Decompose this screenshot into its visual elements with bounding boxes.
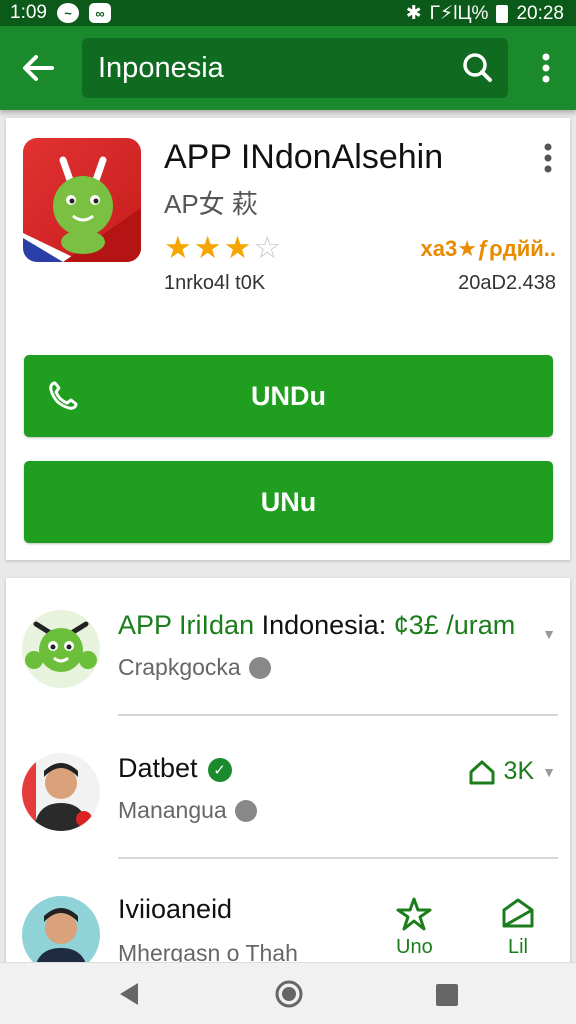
list-item-title-tail: ¢3£ /uram — [393, 610, 516, 640]
share-action-button[interactable]: Lil — [500, 896, 536, 959]
avatar — [22, 610, 100, 688]
list-item-title-text: Datbet — [118, 753, 198, 783]
list-item-title-highlight: APP IriIdan — [118, 610, 255, 640]
android-mascot-icon — [25, 621, 97, 672]
nav-recents-icon[interactable] — [436, 984, 458, 1006]
verified-icon: ✓ — [207, 757, 232, 782]
android-logo-icon — [23, 156, 141, 262]
info-icon — [248, 656, 271, 679]
status-time: 1:09 — [10, 2, 47, 23]
status-clock: 20:28 — [516, 2, 564, 24]
divider — [118, 714, 558, 716]
app-icon[interactable] — [23, 138, 141, 262]
secondary-button[interactable]: UNu — [24, 461, 553, 543]
overflow-menu-icon[interactable] — [532, 52, 560, 84]
phone-icon — [49, 381, 78, 410]
arrow-left-icon — [23, 55, 54, 81]
app-details-card: APP INdonAlsehin AP女 萩 ★ ★ ★ ☆ ха3★ƒρдйй… — [6, 118, 570, 560]
rating-stars: ★ ★ ★ ☆ — [164, 232, 281, 264]
list-item-subtitle-text: Crapkgocka — [118, 654, 241, 680]
navigation-bar — [0, 962, 576, 1024]
star-action-label: Uno — [396, 936, 433, 958]
list-item-subtitle: Crapkgocka — [118, 654, 271, 681]
results-list: APP IriIdan Indonesia: ¢3£ /uram ▼ Crapk… — [6, 578, 570, 1024]
list-item[interactable]: Datbet ✓ 3K ▼ Manangua — [6, 721, 570, 863]
list-item-meta[interactable]: 3K ▼ — [468, 757, 556, 786]
person-avatar-icon — [22, 753, 92, 831]
list-item-title: Iviioaneid — [118, 894, 233, 924]
star-icon: ★ — [223, 230, 252, 265]
app-bar: Inponesia — [0, 26, 576, 110]
app-subtitle: AP女 萩 — [164, 189, 258, 219]
star-icon: ★ — [193, 230, 222, 265]
star-icon — [396, 897, 432, 931]
list-item-subtitle: Manangua — [118, 797, 257, 824]
star-empty-icon: ☆ — [253, 230, 282, 265]
share-icon — [502, 898, 534, 928]
messenger-icon: ~ — [56, 3, 79, 23]
star-icon: ★ — [164, 230, 192, 265]
star-action-button[interactable]: Uno — [396, 896, 433, 959]
primary-install-button[interactable]: UNDu — [24, 355, 553, 437]
list-item-title: Datbet ✓ — [118, 753, 232, 784]
list-item-meta-value: 3K — [503, 757, 535, 785]
avatar — [22, 753, 100, 831]
list-item[interactable]: APP IriIdan Indonesia: ¢3£ /uram ▼ Crapk… — [6, 578, 570, 720]
nav-home-icon[interactable] — [274, 979, 304, 1009]
bluetooth-icon: ✱ — [405, 3, 422, 24]
app-size: 20aD2.438 — [458, 272, 556, 294]
divider — [118, 857, 558, 859]
home-icon — [469, 760, 495, 784]
search-icon[interactable] — [460, 51, 494, 85]
status-bar: 1:09 ~ ∞ ✱ Г⚡lЦ% 20:28 — [0, 0, 576, 26]
list-item-title: APP IriIdan Indonesia: ¢3£ /uram — [118, 610, 515, 641]
nav-back-icon[interactable] — [118, 981, 140, 1007]
list-item-title-text: Indonesia: — [254, 610, 394, 640]
rating-text: ха3★ƒρдйй.. — [420, 236, 556, 261]
primary-button-label: UNDu — [251, 380, 326, 411]
search-box[interactable]: Inponesia — [82, 38, 508, 98]
app-menu-icon[interactable] — [538, 142, 558, 174]
installs-count: 1nrko4l t0K — [164, 272, 266, 294]
search-input[interactable]: Inponesia — [98, 52, 224, 85]
share-action-label: Lil — [507, 936, 528, 958]
chevron-down-icon[interactable]: ▼ — [542, 626, 556, 642]
battery-icon — [496, 4, 509, 23]
secondary-button-label: UNu — [260, 486, 317, 517]
chevron-down-icon: ▼ — [542, 763, 556, 780]
app-title: APP INdonAlsehin — [164, 138, 444, 176]
list-item-subtitle-text: Manangua — [118, 797, 227, 823]
info-icon — [234, 799, 257, 822]
back-button[interactable] — [18, 48, 58, 88]
signal-text: Г⚡lЦ% — [429, 3, 489, 24]
notification-icon: ∞ — [88, 3, 111, 23]
